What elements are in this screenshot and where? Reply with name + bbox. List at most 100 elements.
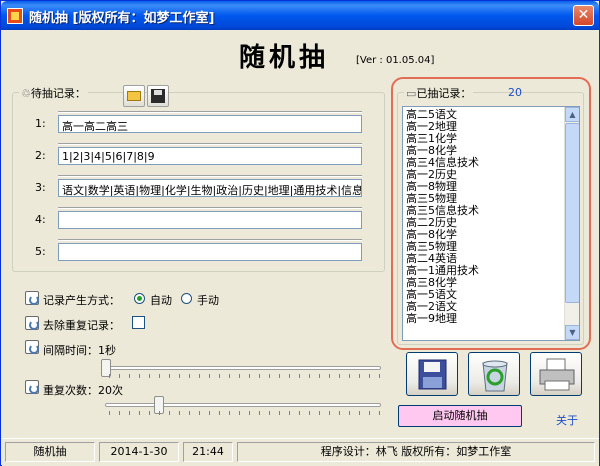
slider-tick <box>349 374 350 378</box>
slider-tick <box>239 411 240 415</box>
slider-tick <box>339 411 340 415</box>
status-time: 21:44 <box>183 442 233 462</box>
slider-tick <box>299 411 300 415</box>
close-button[interactable]: ✕ <box>573 5 594 26</box>
slider-tick <box>199 374 200 378</box>
clear-button[interactable] <box>468 352 520 396</box>
open-folder-icon <box>127 91 141 101</box>
slider-tick <box>209 411 210 415</box>
slider-tick <box>329 374 330 378</box>
slider-tick <box>289 374 290 378</box>
slider-tick <box>249 411 250 415</box>
slider-tick <box>109 411 110 415</box>
slider-tick <box>379 411 380 415</box>
drawn-legend-text: 已抽记录： <box>416 87 472 100</box>
drawn-records-list[interactable]: 高二5语文 高一2地理 高三1化学 高一8化学 高三4信息技术 高一2历史 高一8物理 高三5… <box>402 106 580 341</box>
record-3-input[interactable]: 语文|数学|英语|物理|化学|生物|政治|历史|地理|通用技术|信息 <box>58 179 362 197</box>
status-credits: 程序设计：林飞 版权所有：如梦工作室 <box>237 442 595 462</box>
drawn-records-items: 高二5语文 高一2地理 高三1化学 高一8化学 高三4信息技术 高一2历史 高一8物理 高三5… <box>403 107 579 325</box>
slider-tick <box>189 374 190 378</box>
save-file-button[interactable] <box>147 85 169 107</box>
slider-tick <box>229 411 230 415</box>
mode-label: 记录产生方式： <box>43 294 120 307</box>
mode-auto-radio[interactable] <box>134 293 145 304</box>
scroll-down-button[interactable]: ▼ <box>565 325 579 340</box>
slider-tick <box>329 411 330 415</box>
slider-tick <box>239 374 240 378</box>
version-label: [Ver : 01.05.04] <box>356 55 435 66</box>
open-file-button[interactable] <box>123 85 145 107</box>
slider-tick <box>129 411 130 415</box>
mode-manual-label[interactable]: 手动 <box>197 292 219 308</box>
slider-tick <box>309 374 310 378</box>
slider-tick <box>199 411 200 415</box>
slider-tick <box>369 411 370 415</box>
mode-auto-label[interactable]: 自动 <box>150 292 172 308</box>
slider-tick <box>309 411 310 415</box>
slider-tick <box>229 374 230 378</box>
title-bar: 随机抽 [版权所有：如梦工作室] ✕ <box>1 1 599 30</box>
slider-tick <box>189 411 190 415</box>
slider-tick <box>209 374 210 378</box>
list-scrollbar[interactable]: ▲ ▼ <box>564 107 579 340</box>
record-4-track <box>58 207 362 209</box>
pending-legend-text: 待抽记录： <box>30 87 86 100</box>
slider-tick <box>179 374 180 378</box>
record-1-input[interactable]: 高一高二高三 <box>58 115 362 133</box>
slider-tick <box>159 374 160 378</box>
repeat-slider-track[interactable] <box>105 403 381 407</box>
record-2-input[interactable]: 1|2|3|4|5|6|7|8|9 <box>58 147 362 165</box>
printer-icon <box>539 358 575 391</box>
slider-tick <box>119 411 120 415</box>
slider-tick <box>339 374 340 378</box>
record-5-track <box>58 239 362 241</box>
start-draw-button[interactable]: 启动随机抽 <box>398 405 522 427</box>
record-3-label: 3: <box>35 181 46 194</box>
slider-tick <box>349 411 350 415</box>
record-5-input[interactable] <box>58 243 362 261</box>
slider-tick <box>159 411 160 415</box>
mode-option-icon <box>25 291 39 305</box>
slider-tick <box>289 411 290 415</box>
drawn-count: 20 <box>508 86 522 99</box>
slider-tick <box>149 411 150 415</box>
window-title: 随机抽 [版权所有：如梦工作室] <box>29 11 215 26</box>
dedupe-checkbox[interactable] <box>132 316 145 329</box>
slider-tick <box>359 411 360 415</box>
interval-slider-track[interactable] <box>105 366 381 370</box>
recycle-icon <box>482 360 508 392</box>
record-4-input[interactable] <box>58 211 362 229</box>
record-5-label: 5: <box>35 245 46 258</box>
mode-manual-radio[interactable] <box>181 293 192 304</box>
save-button[interactable] <box>406 352 458 396</box>
slider-tick <box>139 411 140 415</box>
app-icon <box>7 8 23 24</box>
about-link[interactable]: 关于 <box>556 412 578 428</box>
scroll-thumb[interactable] <box>565 123 579 303</box>
slider-tick <box>269 374 270 378</box>
record-2-track <box>58 143 362 145</box>
record-4-label: 4: <box>35 213 46 226</box>
print-button[interactable] <box>530 352 582 396</box>
status-date: 2014-1-30 <box>99 442 179 462</box>
slider-tick <box>119 374 120 378</box>
record-2-label: 2: <box>35 149 46 162</box>
slider-tick <box>219 374 220 378</box>
record-1-track <box>58 111 362 113</box>
save-icon <box>418 359 447 390</box>
repeat-option-icon <box>25 380 39 394</box>
record-1-label: 1: <box>35 117 46 130</box>
slider-tick <box>369 374 370 378</box>
slider-tick <box>139 374 140 378</box>
slider-tick <box>249 374 250 378</box>
slider-tick <box>109 374 110 378</box>
slider-tick <box>259 374 260 378</box>
slider-tick <box>219 411 220 415</box>
drawn-record-item[interactable]: 高一9地理 <box>403 313 563 325</box>
repeat-label: 重复次数：20次 <box>43 384 123 397</box>
slider-tick <box>169 411 170 415</box>
slider-tick <box>299 374 300 378</box>
slider-tick <box>259 411 260 415</box>
slider-tick <box>149 374 150 378</box>
scroll-up-button[interactable]: ▲ <box>565 107 579 122</box>
